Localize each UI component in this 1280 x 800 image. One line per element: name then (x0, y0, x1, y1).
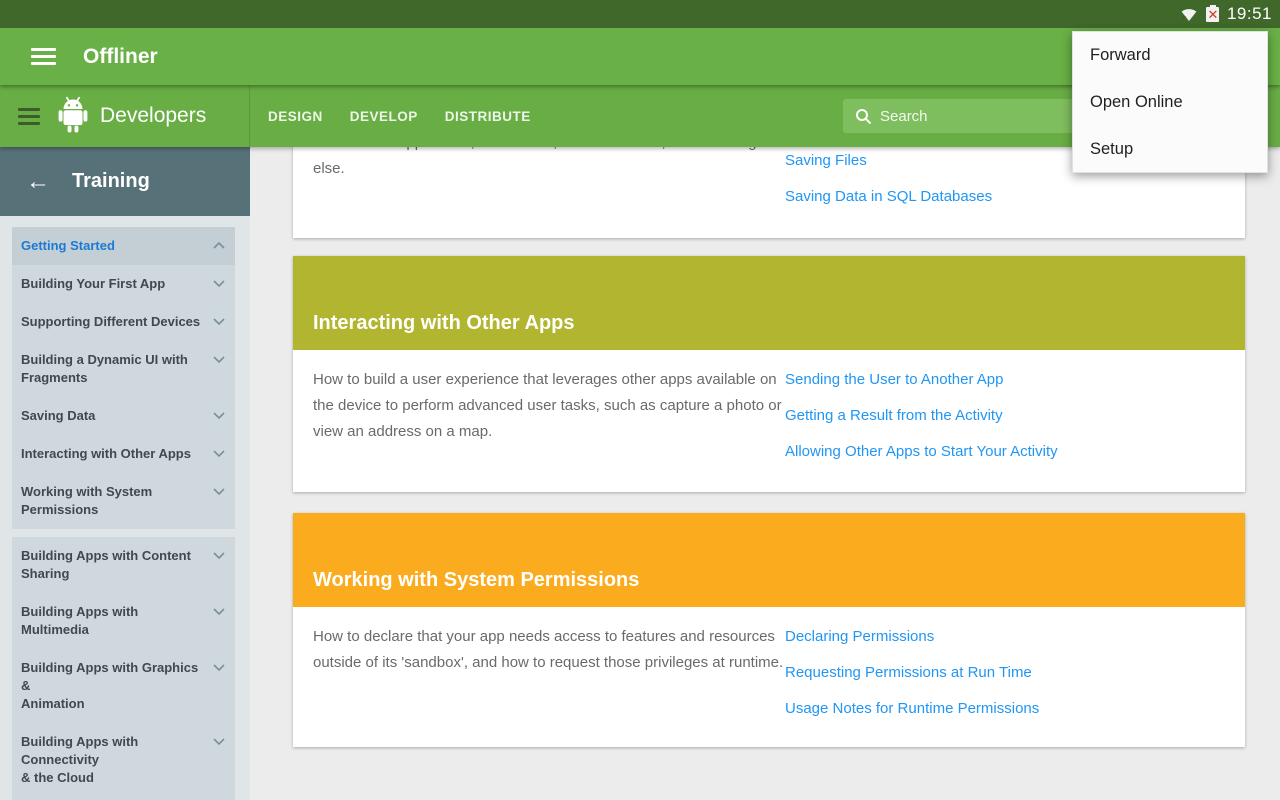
search-input[interactable] (880, 107, 1100, 125)
card-description-line: How to build a user experience that leve… (313, 371, 782, 440)
sidebar-item-building-apps-with-content-sharing[interactable]: Building Apps with Content Sharing (12, 537, 235, 593)
sidebar-item-label: Building a Dynamic UI with Fragments (21, 352, 188, 385)
status-bar: ✕ 19:51 (0, 0, 1280, 28)
sidebar-item-building-apps-with-multimedia[interactable]: Building Apps with Multimedia (12, 593, 235, 649)
sidebar-group: Building Apps with Content Sharing Buildi… (12, 537, 235, 800)
content-area: downloaded app assets, user media, struc… (250, 86, 1280, 800)
wifi-icon (1179, 5, 1199, 23)
android-logo-icon (56, 95, 90, 138)
sidebar-item-building-a-dynamic-ui-with-fragments[interactable]: Building a Dynamic UI with Fragments (12, 341, 235, 397)
web-body: ← Training Getting Started Building Your … (0, 86, 1280, 800)
sidebar-item-working-with-system-permissions[interactable]: Working with System Permissions (12, 473, 235, 529)
status-time: 19:51 (1226, 4, 1272, 23)
site-menu-icon[interactable] (18, 107, 40, 125)
screen: ✕ 19:51 Offliner Developers DESIGN DEVEL… (0, 0, 1280, 800)
sidebar: ← Training Getting Started Building Your … (0, 147, 250, 800)
sidebar-item-building-apps-with-graphics-animation[interactable]: Building Apps with Graphics & Animation (12, 649, 235, 723)
search-icon (855, 108, 872, 125)
chevron-down-icon (213, 318, 225, 325)
link-allowing-other-apps-to-start-your-activity[interactable]: Allowing Other Apps to Start Your Activi… (785, 442, 1225, 462)
site-header-left: Developers (0, 85, 250, 147)
card-links: Sending the User to Another App Getting a… (785, 350, 1225, 492)
card-body: How to build a user experience that leve… (293, 350, 1245, 492)
training-card-interacting-with-other-apps: Interacting with Other Apps How to build … (293, 256, 1245, 492)
sidebar-item-building-your-first-app[interactable]: Building Your First App (12, 265, 235, 303)
webview: Developers DESIGN DEVELOP DISTRIBUTE ← Tra… (0, 85, 1280, 800)
card-title: Interacting with Other Apps (313, 312, 575, 334)
card-links: Declaring Permissions Requesting Permissi… (785, 607, 1225, 747)
sidebar-title: Training (72, 170, 150, 192)
card-body: How to declare that your app needs acces… (293, 607, 1245, 747)
link-declaring-permissions[interactable]: Declaring Permissions (785, 627, 1225, 647)
sidebar-item-interacting-with-other-apps[interactable]: Interacting with Other Apps (12, 435, 235, 473)
card-header: Working with System Permissions (293, 513, 1245, 607)
sidebar-item-label: Supporting Different Devices (21, 314, 201, 329)
chevron-down-icon (213, 412, 225, 419)
site-nav: DESIGN DEVELOP DISTRIBUTE (268, 109, 531, 124)
sidebar-item-label: Interacting with Other Apps (21, 446, 191, 461)
chevron-down-icon (213, 738, 225, 745)
nav-item-distribute[interactable]: DISTRIBUTE (445, 109, 531, 124)
sidebar-item-label: Working with System Permissions (21, 484, 153, 517)
link-usage-notes-for-runtime-permissions[interactable]: Usage Notes for Runtime Permissions (785, 699, 1225, 719)
chevron-down-icon (213, 280, 225, 287)
chevron-down-icon (213, 488, 225, 495)
sidebar-item-label: Building Apps with Multimedia (21, 604, 139, 637)
site-brand[interactable]: Developers (100, 104, 206, 128)
chevron-down-icon (213, 552, 225, 559)
app-title: Offliner (83, 44, 158, 68)
nav-item-design[interactable]: DESIGN (268, 109, 323, 124)
menu-item-setup[interactable]: Setup (1073, 126, 1267, 173)
sidebar-item-label: Building Apps with Connectivity & the Cl… (21, 734, 139, 785)
nav-item-develop[interactable]: DEVELOP (350, 109, 418, 124)
chevron-down-icon (213, 664, 225, 671)
link-requesting-permissions-at-run-time[interactable]: Requesting Permissions at Run Time (785, 663, 1225, 683)
app-menu-icon[interactable] (31, 48, 56, 65)
link-getting-a-result-from-the-activity[interactable]: Getting a Result from the Activity (785, 406, 1225, 426)
card-description: How to declare that your app needs acces… (313, 607, 785, 747)
sidebar-item-saving-data[interactable]: Saving Data (12, 397, 235, 435)
sidebar-item-label: Building Apps with Graphics & Animation (21, 660, 199, 711)
card-header: Interacting with Other Apps (293, 256, 1245, 350)
sidebar-item-supporting-different-devices[interactable]: Supporting Different Devices (12, 303, 235, 341)
sidebar-item-getting-started[interactable]: Getting Started (12, 227, 235, 265)
link-sending-the-user-to-another-app[interactable]: Sending the User to Another App (785, 370, 1225, 390)
chevron-down-icon (213, 450, 225, 457)
back-arrow-icon[interactable]: ← (26, 169, 50, 194)
chevron-up-icon (213, 242, 225, 249)
overflow-menu: Forward Open Online Setup (1072, 31, 1268, 173)
chevron-down-icon (213, 356, 225, 363)
card-title: Working with System Permissions (313, 569, 640, 591)
sidebar-item-label: Saving Data (21, 408, 96, 423)
menu-item-forward[interactable]: Forward (1073, 32, 1267, 79)
sidebar-item-building-apps-with-connectivity-the-cloud[interactable]: Building Apps with Connectivity & the Cl… (12, 723, 235, 797)
link-saving-data-in-sql-databases[interactable]: Saving Data in SQL Databases (785, 187, 1225, 207)
sidebar-header: ← Training (0, 147, 250, 216)
sidebar-item-label: Building Apps with Content Sharing (21, 548, 191, 581)
sidebar-item-label: Getting Started (21, 238, 115, 253)
chevron-down-icon (213, 608, 225, 615)
card-description-line: How to declare that your app needs acces… (313, 628, 784, 671)
training-card-working-with-system-permissions: Working with System Permissions How to de… (293, 513, 1245, 747)
battery-unknown-icon: ✕ (1206, 5, 1220, 22)
sidebar-item-label: Building Your First App (21, 276, 166, 291)
menu-item-open-online[interactable]: Open Online (1073, 79, 1267, 126)
card-description: How to build a user experience that leve… (313, 350, 785, 492)
card-description-line: else. (313, 160, 345, 177)
sidebar-group: Getting Started Building Your First App Su… (12, 227, 235, 529)
